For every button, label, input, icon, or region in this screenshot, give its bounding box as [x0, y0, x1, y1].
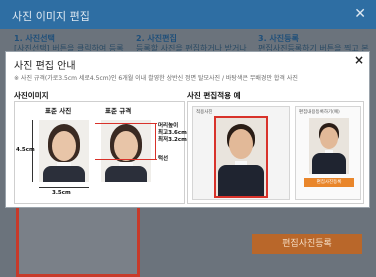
window-titlebar: 사진 이미지 편집 ✕ [0, 0, 376, 29]
register-photo-button[interactable]: 편집사진등록 [252, 234, 362, 254]
standard-spec-image [101, 120, 151, 182]
edit-example-panel: 적용사진 편집내용등록하기(예) 편집사진등록 [187, 101, 364, 204]
photo-frame [16, 208, 140, 277]
height-label: 4.5cm [16, 147, 35, 153]
head-height-label: 머리높이 [158, 123, 179, 129]
example-register-button: 편집사진등록 [304, 178, 354, 187]
example-register-card: 편집내용등록하기(예) 편집사진등록 [295, 106, 361, 200]
modal-title: 사진 편집 안내 [14, 61, 76, 72]
width-label: 3.5cm [52, 190, 71, 196]
example-frame-left [214, 116, 216, 198]
step-1-label: 1. 사진선택 [14, 34, 55, 43]
example-frame-right [266, 116, 268, 198]
window-close-icon[interactable]: ✕ [354, 6, 366, 22]
step-2-label: 2. 사진편집 [136, 34, 177, 43]
standard-spec-label: 표준 규격 [105, 107, 132, 115]
head-height-min: 최저3.2cm [158, 137, 187, 143]
example-frame-top [214, 116, 268, 118]
head-height-max: 최고3.6cm [158, 130, 187, 136]
section-photo-image: 사진이미지 [14, 91, 49, 100]
standard-photo-label: 표준 사진 [45, 107, 72, 115]
head-height-line [155, 123, 156, 159]
example-frame-bottom [214, 196, 268, 198]
example-applied-card: 적용사진 [192, 106, 290, 200]
standard-photo-image [39, 120, 89, 182]
head-top-line [95, 123, 157, 124]
modal-note: ※ 사진 규격(가로3.5cm 세로4.5cm)인 6개월 이내 촬영한 상반신… [14, 75, 298, 82]
standard-photo-panel: 표준 사진 표준 규격 4.5cm 3.5cm 머리높이 최고3.6cm 최저3… [14, 101, 187, 204]
width-dimension-line [39, 187, 89, 188]
example-register-photo [309, 118, 349, 174]
example-applied-caption: 적용사진 [196, 110, 213, 115]
section-edit-example: 사진 편집적용 예 [187, 91, 241, 100]
window-title: 사진 이미지 편집 [12, 10, 90, 23]
chin-line [95, 159, 157, 160]
chin-label: 턱선 [158, 156, 169, 162]
example-applied-photo [215, 117, 267, 197]
modal-close-button[interactable]: × [354, 53, 364, 67]
photo-guide-modal: 사진 편집 안내 × ※ 사진 규격(가로3.5cm 세로4.5cm)인 6개월… [5, 51, 370, 208]
example-register-caption: 편집내용등록하기(예) [299, 110, 340, 115]
step-3-label: 3. 사진등록 [258, 34, 299, 43]
